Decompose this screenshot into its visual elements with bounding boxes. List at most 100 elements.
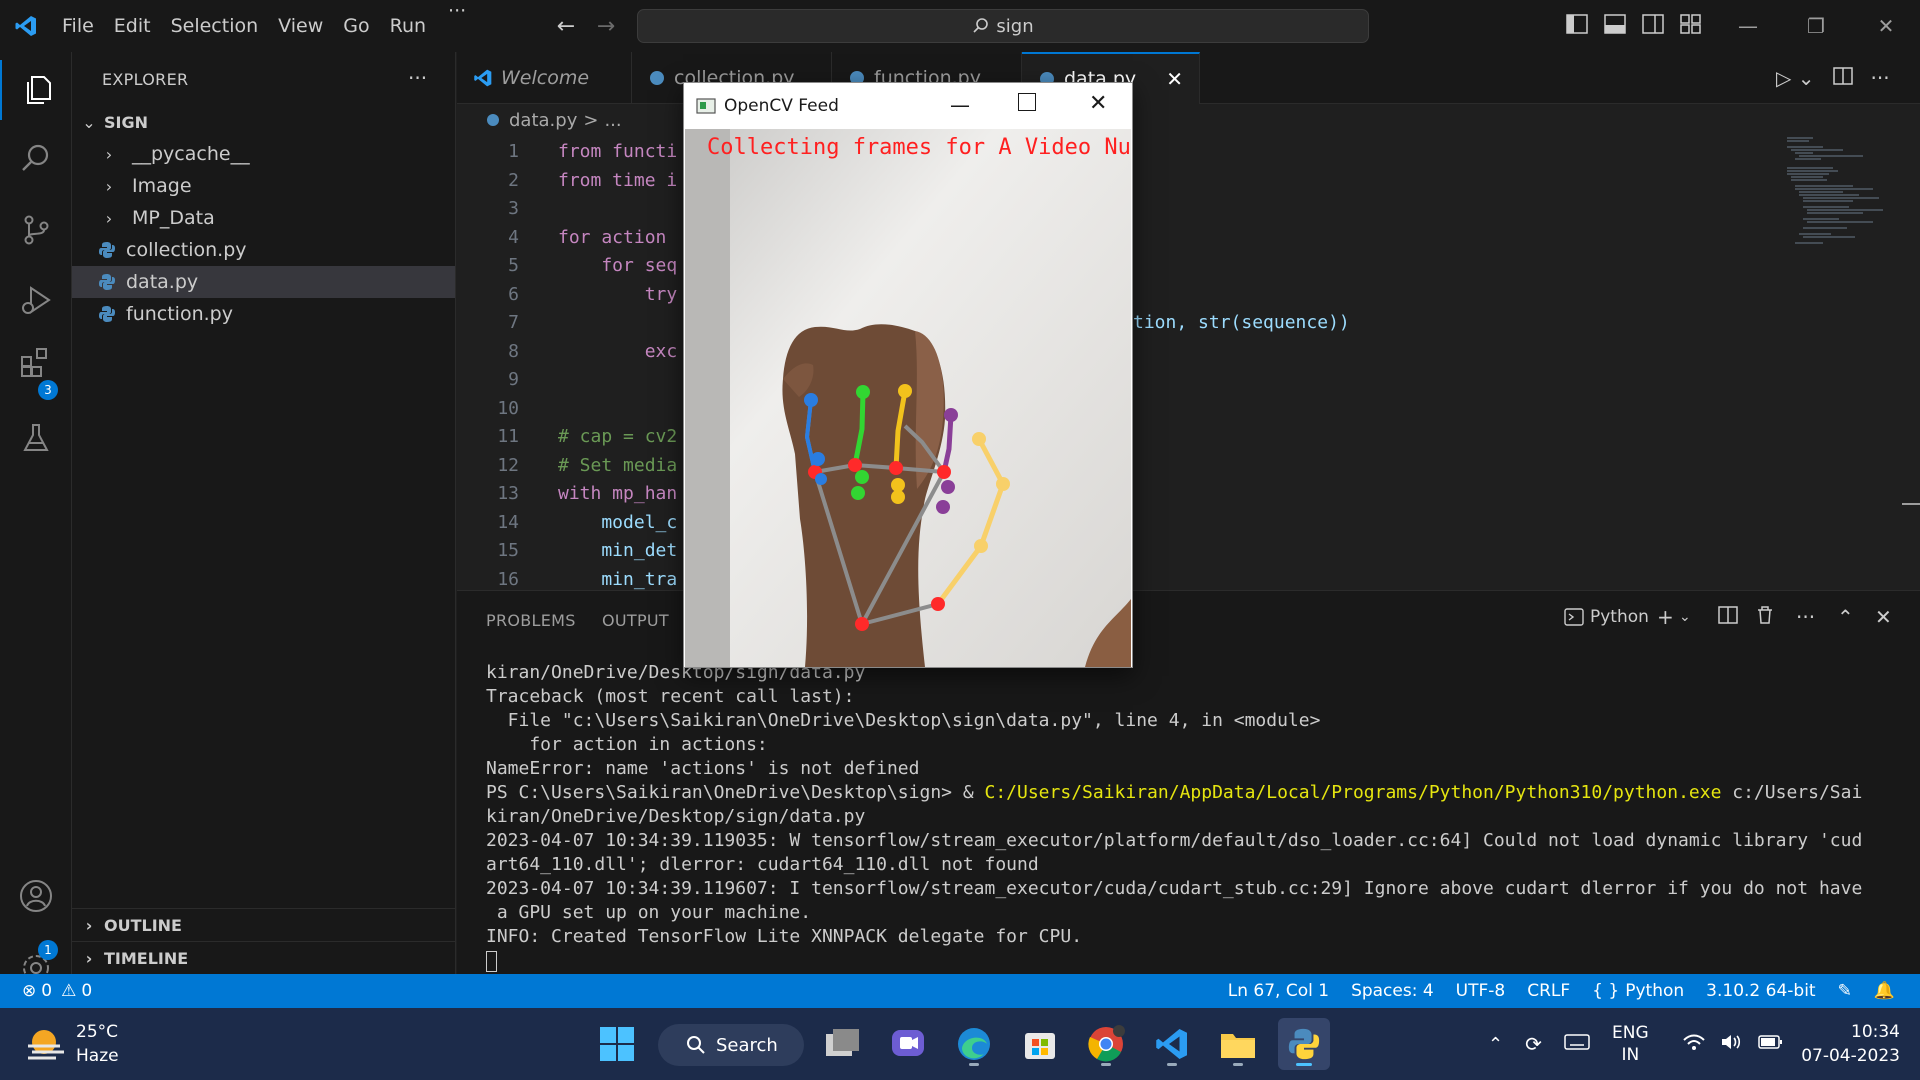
terminal-output[interactable]: kiran/OneDrive/Desktop/sign/data.py Trace… bbox=[486, 661, 1906, 972]
menu-selection[interactable]: Selection bbox=[161, 0, 269, 52]
running-indicator bbox=[1233, 1063, 1243, 1066]
warning-count: 0 bbox=[81, 981, 93, 1001]
taskbar-search[interactable]: Search bbox=[658, 1024, 804, 1066]
testing-icon[interactable] bbox=[0, 408, 72, 468]
toggle-secondary-sidebar-icon[interactable] bbox=[1642, 14, 1666, 36]
split-editor-icon[interactable] bbox=[1832, 66, 1853, 90]
tab-output[interactable]: OUTPUT bbox=[602, 611, 669, 630]
indentation[interactable]: Spaces: 4 bbox=[1340, 981, 1445, 1001]
editor-actions: ▷ ⌄ ··· bbox=[1776, 66, 1890, 90]
command-center-search[interactable]: sign bbox=[637, 9, 1369, 43]
vscode-taskbar-icon[interactable] bbox=[1146, 1018, 1198, 1070]
tab-welcome[interactable]: Welcome bbox=[457, 52, 632, 104]
forward-arrow-icon[interactable]: → bbox=[586, 14, 626, 39]
python-interpreter[interactable]: 3.10.2 64-bit bbox=[1695, 981, 1826, 1001]
chrome-browser-icon[interactable] bbox=[1080, 1018, 1132, 1070]
extensions-icon[interactable] bbox=[0, 332, 72, 392]
menu-edit[interactable]: Edit bbox=[104, 0, 161, 52]
ps-prompt: PS C:\Users\Saikiran\OneDrive\Desktop\si… bbox=[486, 782, 985, 803]
opencv-title-bar[interactable]: OpenCV Feed — ✕ bbox=[684, 83, 1132, 129]
tree-item-function-py[interactable]: function.py bbox=[72, 298, 455, 330]
problems-status[interactable]: ⊗ 0 ⚠ 0 bbox=[0, 981, 103, 1001]
title-bar: File Edit Selection View Go Run ··· ← → … bbox=[0, 0, 1920, 52]
weather-widget[interactable]: 25°C Haze bbox=[26, 1008, 119, 1080]
line-number: 9 bbox=[508, 369, 519, 390]
code-text: from time i bbox=[558, 169, 678, 191]
language-label: Python bbox=[1625, 981, 1685, 1001]
close-button[interactable]: ✕ bbox=[1852, 0, 1920, 52]
file-explorer-icon[interactable] bbox=[1212, 1018, 1264, 1070]
timeline-section[interactable]: › TIMELINE bbox=[72, 941, 455, 974]
terminal-profile[interactable]: Python bbox=[1564, 607, 1649, 627]
keyboard-icon[interactable] bbox=[1564, 1033, 1590, 1056]
menu-run[interactable]: Run bbox=[380, 0, 436, 52]
task-view-icon[interactable] bbox=[817, 1018, 869, 1070]
panel-more-icon[interactable]: ··· bbox=[1796, 605, 1815, 629]
back-arrow-icon[interactable]: ← bbox=[546, 14, 586, 39]
line-number: 7 bbox=[508, 312, 519, 333]
minimap[interactable] bbox=[1783, 134, 1903, 274]
opencv-maximize-button[interactable] bbox=[1018, 93, 1036, 111]
search-icon[interactable] bbox=[0, 128, 72, 188]
tree-item-pycache[interactable]: › __pycache__ bbox=[72, 138, 455, 170]
source-control-icon[interactable] bbox=[0, 200, 72, 260]
cursor-position[interactable]: Ln 67, Col 1 bbox=[1217, 981, 1340, 1001]
explorer-more-icon[interactable]: ··· bbox=[408, 66, 427, 90]
error-icon: ⊗ bbox=[22, 981, 37, 1001]
tab-close-icon[interactable]: ✕ bbox=[1166, 67, 1183, 91]
edge-browser-icon[interactable] bbox=[948, 1018, 1000, 1070]
tree-item-collection-py[interactable]: collection.py bbox=[72, 234, 455, 266]
toggle-panel-icon[interactable] bbox=[1604, 14, 1628, 36]
maximize-panel-icon[interactable]: ⌃ bbox=[1837, 605, 1854, 629]
more-actions-icon[interactable]: ··· bbox=[1871, 66, 1890, 90]
menu-go[interactable]: Go bbox=[333, 0, 379, 52]
quick-settings[interactable] bbox=[1682, 1008, 1784, 1080]
kill-terminal-icon[interactable] bbox=[1756, 605, 1774, 630]
input-language[interactable]: ENG IN bbox=[1612, 1008, 1649, 1080]
language-mode[interactable]: { } Python bbox=[1581, 981, 1695, 1001]
outline-label: OUTLINE bbox=[104, 915, 182, 935]
tab-problems[interactable]: PROBLEMS bbox=[486, 611, 576, 630]
microsoft-store-icon[interactable] bbox=[1014, 1018, 1066, 1070]
show-hidden-icons-chevron-icon[interactable]: ⌃ bbox=[1488, 1034, 1503, 1055]
tree-item-data-py[interactable]: data.py bbox=[72, 266, 455, 298]
breadcrumb-rest[interactable]: ... bbox=[604, 110, 621, 131]
tree-item-image[interactable]: › Image bbox=[72, 170, 455, 202]
extensions-badge: 3 bbox=[38, 380, 58, 400]
toggle-primary-sidebar-icon[interactable] bbox=[1566, 14, 1590, 36]
run-python-file-icon[interactable]: ▷ ⌄ bbox=[1776, 66, 1815, 90]
menu-more-icon[interactable]: ··· bbox=[436, 0, 478, 52]
teams-chat-icon[interactable] bbox=[882, 1018, 934, 1070]
end-of-line[interactable]: CRLF bbox=[1516, 981, 1581, 1001]
notifications-bell-icon[interactable]: 🔔 bbox=[1863, 981, 1906, 1001]
taskbar-search-label: Search bbox=[716, 1034, 778, 1056]
menu-file[interactable]: File bbox=[52, 0, 104, 52]
chevron-right-icon: › bbox=[105, 208, 113, 228]
python-taskbar-icon[interactable] bbox=[1278, 1018, 1330, 1070]
explorer-icon[interactable] bbox=[0, 60, 72, 120]
tree-item-mp-data[interactable]: › MP_Data bbox=[72, 202, 455, 234]
menu-view[interactable]: View bbox=[268, 0, 333, 52]
breadcrumb-file[interactable]: data.py bbox=[509, 110, 577, 131]
run-debug-icon[interactable] bbox=[0, 270, 72, 330]
vscode-icon bbox=[474, 69, 492, 87]
code-editor[interactable]: 1 from functi 2 from time i 3 4 for action … bbox=[457, 138, 1887, 590]
restore-button[interactable]: ❐ bbox=[1782, 0, 1850, 52]
outline-section[interactable]: › OUTLINE bbox=[72, 908, 455, 941]
chevron-down-icon[interactable]: ⌄ bbox=[1679, 609, 1691, 625]
opencv-window[interactable]: OpenCV Feed — ✕ Collecting frames for A … bbox=[683, 82, 1133, 668]
opencv-close-button[interactable]: ✕ bbox=[1089, 91, 1107, 116]
opencv-minimize-button[interactable]: — bbox=[950, 93, 970, 117]
customize-layout-icon[interactable] bbox=[1680, 14, 1704, 36]
clock[interactable]: 10:34 07-04-2023 bbox=[1800, 1008, 1900, 1080]
encoding[interactable]: UTF-8 bbox=[1445, 981, 1517, 1001]
minimize-button[interactable]: — bbox=[1714, 0, 1782, 52]
feedback-icon[interactable]: ✎ bbox=[1827, 981, 1863, 1001]
new-terminal-icon[interactable]: + bbox=[1657, 605, 1674, 629]
folder-sign[interactable]: ⌄ SIGN bbox=[72, 106, 455, 138]
accounts-icon[interactable] bbox=[0, 866, 72, 926]
sync-icon[interactable]: ⟳ bbox=[1525, 1032, 1542, 1056]
close-panel-icon[interactable]: ✕ bbox=[1875, 605, 1892, 629]
start-button[interactable] bbox=[591, 1018, 643, 1070]
split-terminal-icon[interactable] bbox=[1718, 605, 1738, 630]
